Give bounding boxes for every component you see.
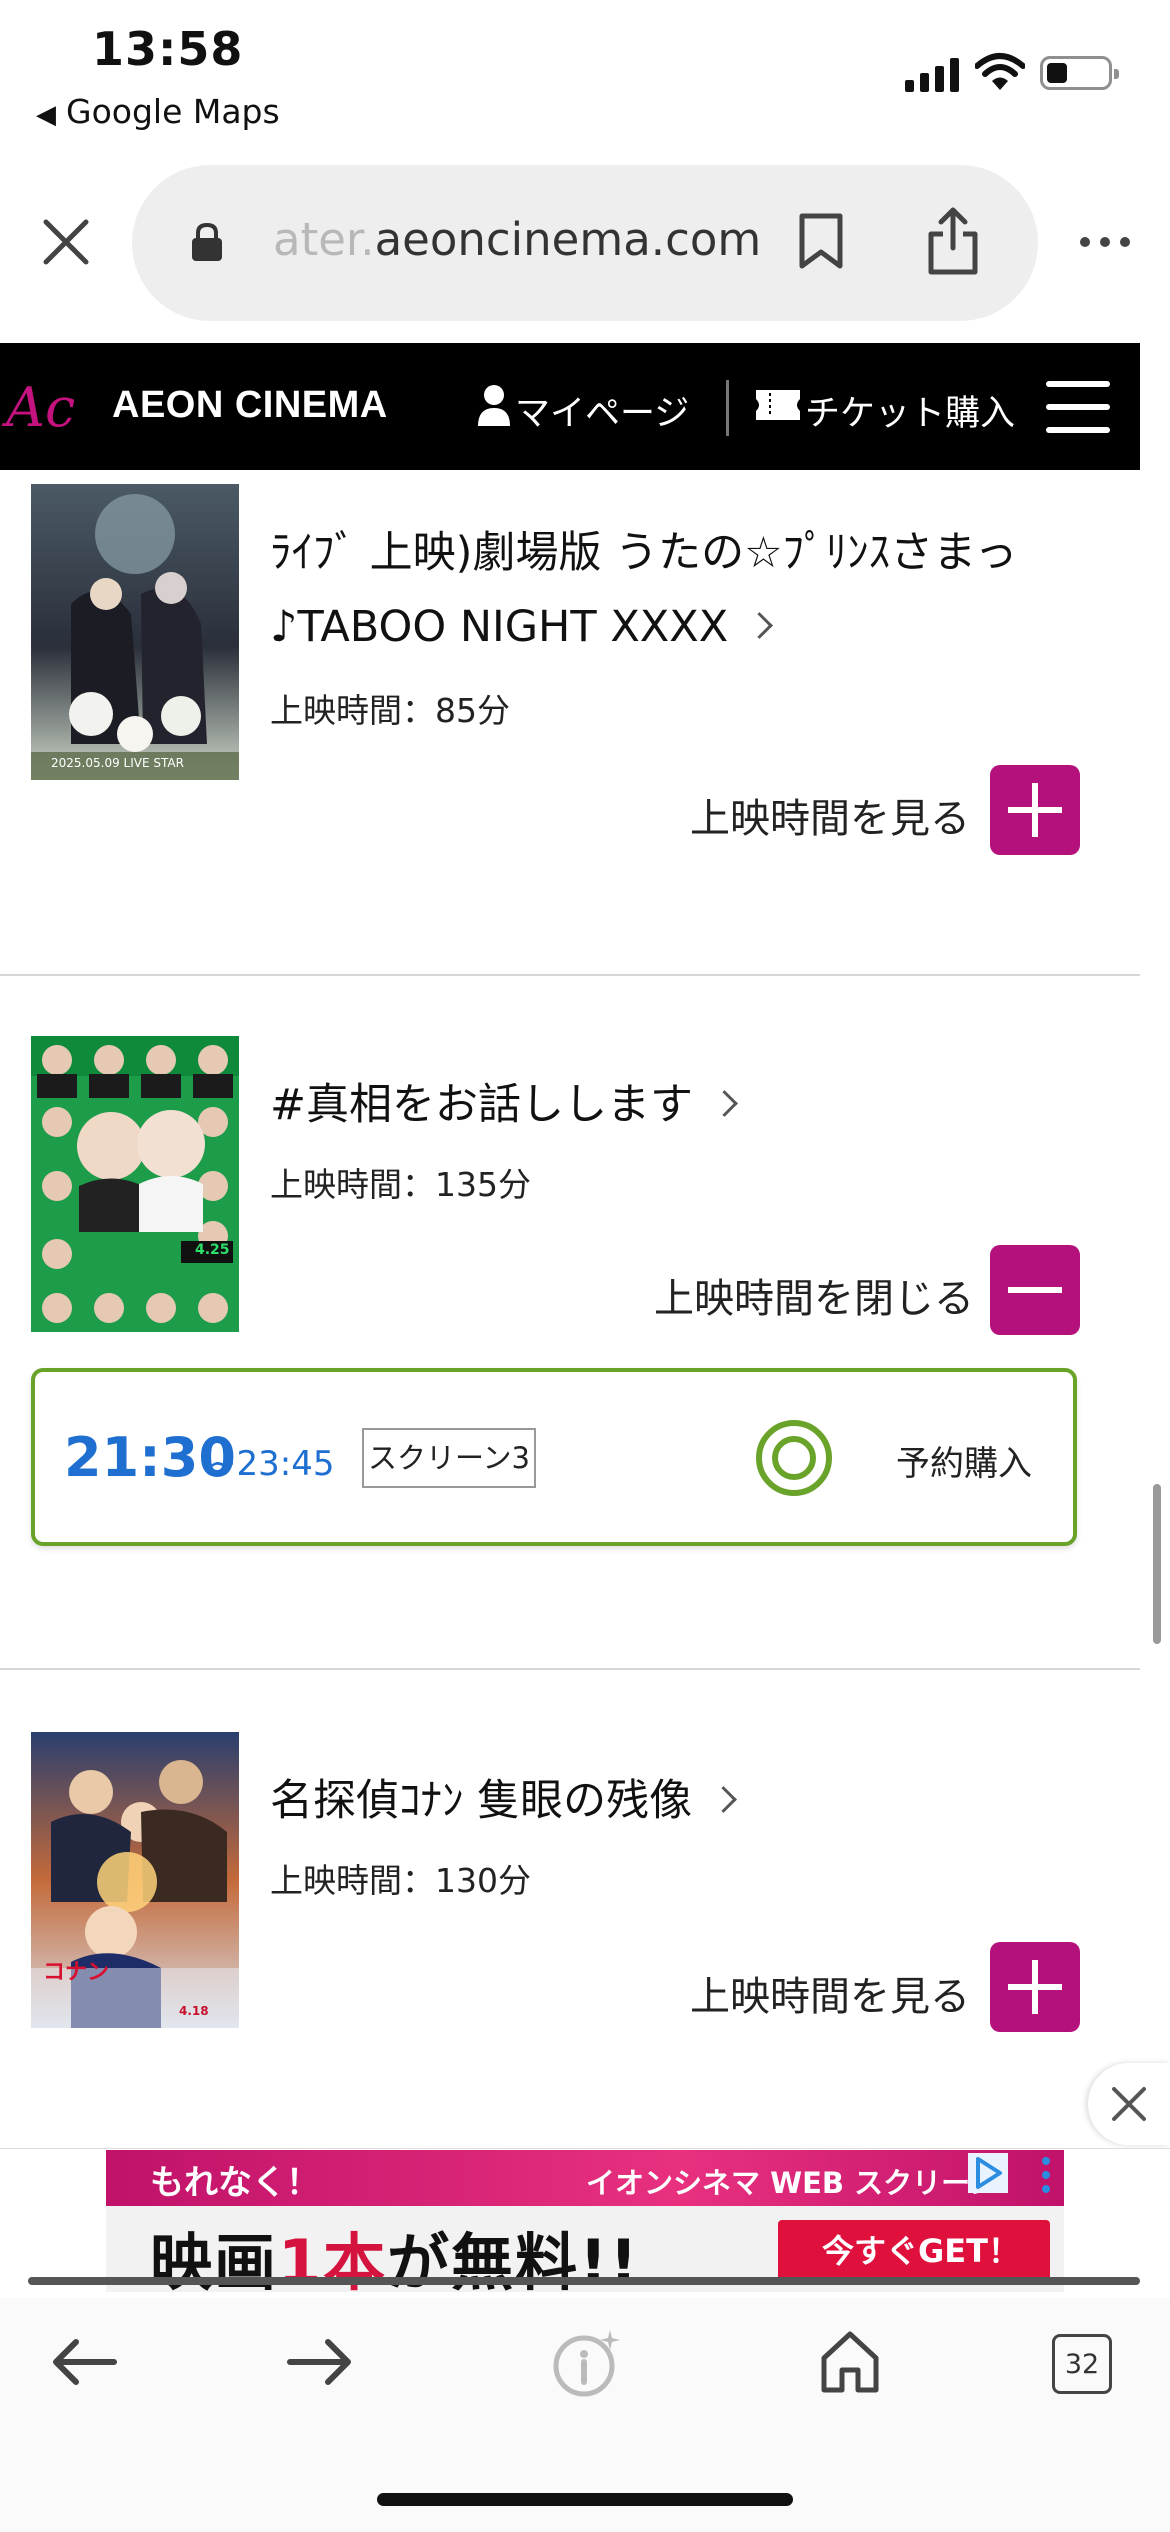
poster-caption: 2025.05.09 LIVE STAR bbox=[51, 756, 184, 770]
runtime-text: 上映時間：130分 bbox=[270, 1861, 531, 1900]
bookmark-icon[interactable] bbox=[798, 212, 844, 270]
movie-title-line2: ♪TABOO NIGHT XXXX bbox=[270, 602, 729, 652]
ticket-purchase-link[interactable]: チケット購入 bbox=[805, 385, 1015, 436]
movie-title-line1: ﾗｲﾌﾞ 上映)劇場版 うたの☆ﾌﾟﾘﾝｽさまっ bbox=[270, 528, 1018, 578]
url-text: ater.aeoncinema.com bbox=[273, 213, 762, 266]
runtime-text: 上映時間：135分 bbox=[270, 1165, 531, 1204]
ad-headline: 映画1本が無料!! bbox=[150, 2226, 640, 2299]
expand-showtimes-button[interactable] bbox=[990, 1942, 1080, 2032]
show-times-label[interactable]: 上映時間を見る bbox=[690, 1964, 970, 2022]
expand-showtimes-button[interactable] bbox=[990, 765, 1080, 855]
movie-title-line1: #真相をお話しします bbox=[270, 1080, 694, 1130]
movie-poster[interactable]: コナン 4.18 bbox=[31, 1732, 239, 2028]
status-time: 13:58 bbox=[92, 22, 244, 76]
section-divider bbox=[0, 974, 1140, 976]
ad-top-left-text: もれなく！ bbox=[150, 2163, 320, 2203]
ad-cta-button[interactable]: 今すぐGET！ bbox=[778, 2220, 1050, 2282]
mypage-link[interactable]: マイページ bbox=[515, 385, 689, 436]
movie-title-link[interactable]: ﾗｲﾌﾞ 上映)劇場版 うたの☆ﾌﾟﾘﾝｽさまっ ♪TABOO NIGHT XX… bbox=[270, 516, 1017, 664]
show-times-label[interactable]: 上映時間を見る bbox=[690, 786, 970, 844]
chevron-right-icon bbox=[746, 612, 774, 639]
movie-title-link[interactable]: #真相をお話しします bbox=[270, 1068, 738, 1142]
availability-double-circle-icon bbox=[756, 1420, 832, 1496]
reserve-purchase-link[interactable]: 予約購入 bbox=[896, 1436, 1032, 1485]
user-icon[interactable] bbox=[477, 384, 511, 426]
home-indicator bbox=[377, 2493, 793, 2506]
movie-poster[interactable]: 4.25 bbox=[31, 1036, 239, 1332]
home-icon[interactable] bbox=[818, 2328, 882, 2394]
screen-badge: スクリーン3 bbox=[362, 1428, 536, 1488]
section-divider bbox=[0, 1668, 1140, 1670]
hamburger-menu-icon[interactable] bbox=[1046, 381, 1110, 433]
runtime-text: 上映時間：85分 bbox=[270, 691, 510, 730]
adchoices-icon[interactable] bbox=[968, 2153, 1008, 2193]
movie-poster[interactable]: 2025.05.09 LIVE STAR bbox=[31, 484, 239, 780]
movie-title-line1: 名探偵ｺﾅﾝ 隻眼の残像 bbox=[270, 1776, 693, 1826]
forward-arrow-icon[interactable] bbox=[284, 2334, 356, 2390]
tabs-button[interactable]: 32 bbox=[1052, 2334, 1112, 2394]
chevron-right-icon bbox=[710, 1786, 738, 1813]
collapse-showtimes-button[interactable] bbox=[990, 1245, 1080, 1335]
lock-icon bbox=[192, 222, 222, 261]
back-triangle-icon: ◀ bbox=[36, 100, 56, 130]
more-options-icon[interactable] bbox=[1077, 230, 1133, 254]
ad-top-right-text: イオンシネマ WEB スクリーン bbox=[586, 2166, 998, 2200]
chevron-right-icon bbox=[711, 1090, 738, 1117]
share-icon[interactable] bbox=[925, 206, 981, 276]
back-to-app-link[interactable]: ◀ Google Maps bbox=[36, 92, 280, 131]
showtime-end: ~23:45 bbox=[208, 1444, 335, 1484]
scrollbar[interactable] bbox=[1153, 1484, 1161, 1644]
back-app-label: Google Maps bbox=[66, 92, 280, 131]
hide-times-label[interactable]: 上映時間を閉じる bbox=[654, 1266, 974, 1324]
logo-text[interactable]: AEON CINEMA bbox=[112, 384, 388, 427]
page-info-icon[interactable] bbox=[548, 2326, 624, 2398]
page-scroll-indicator bbox=[28, 2277, 1140, 2285]
poster-date: 4.18 bbox=[179, 2004, 209, 2018]
ad-close-button[interactable] bbox=[1088, 2063, 1170, 2145]
close-icon bbox=[1112, 2087, 1146, 2121]
ad-more-icon[interactable] bbox=[1028, 2153, 1064, 2197]
cellular-signal-icon bbox=[905, 58, 959, 92]
logo-mark[interactable]: Ac bbox=[6, 376, 75, 439]
wifi-icon bbox=[975, 53, 1025, 90]
movie-title-link[interactable]: 名探偵ｺﾅﾝ 隻眼の残像 bbox=[270, 1764, 738, 1838]
close-icon[interactable] bbox=[38, 214, 94, 270]
battery-icon bbox=[1040, 56, 1119, 90]
header-divider bbox=[726, 380, 729, 436]
back-arrow-icon[interactable] bbox=[48, 2334, 120, 2390]
poster-caption: 4.25 bbox=[195, 1242, 230, 1258]
ticket-icon[interactable] bbox=[756, 390, 800, 420]
poster-caption: コナン bbox=[43, 1960, 110, 1985]
